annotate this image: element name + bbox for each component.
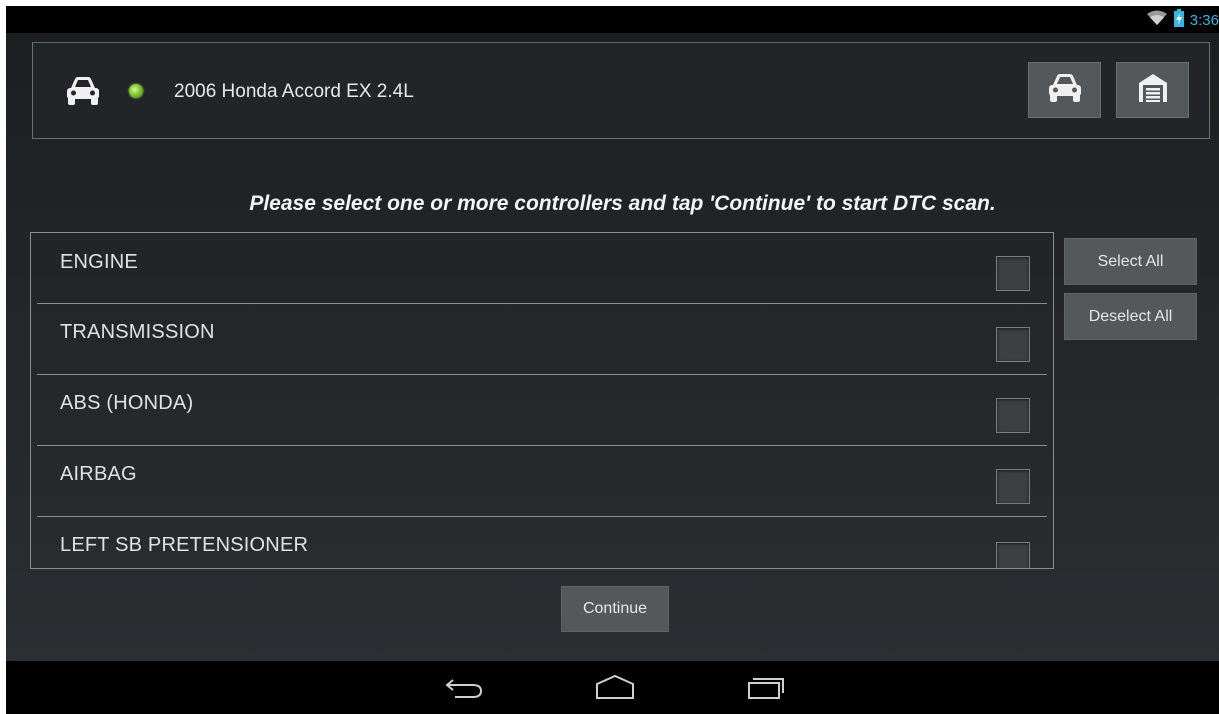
deselect-all-button[interactable]: Deselect All (1064, 293, 1197, 340)
controller-row-abs[interactable]: ABS (HONDA) (37, 375, 1047, 446)
vehicle-button[interactable] (1028, 62, 1101, 118)
controller-checkbox[interactable] (996, 256, 1030, 291)
back-icon[interactable] (439, 673, 489, 703)
controller-row-engine[interactable]: ENGINE (37, 233, 1047, 304)
navigation-bar (6, 661, 1219, 714)
controller-list[interactable]: ENGINE TRANSMISSION ABS (HONDA) AIRBAG L… (30, 232, 1054, 569)
wifi-icon (1146, 10, 1168, 31)
controller-label: ENGINE (60, 251, 138, 273)
status-bar: 3:36 (6, 6, 1219, 33)
car-icon (65, 76, 101, 106)
connection-status-led (129, 84, 143, 98)
controller-row-left-sb-pretensioner[interactable]: LEFT SB PRETENSIONER (37, 517, 1047, 568)
recent-apps-icon[interactable] (740, 673, 790, 703)
controller-checkbox[interactable] (996, 398, 1030, 433)
car-icon (1047, 73, 1083, 108)
controller-label: TRANSMISSION (60, 321, 215, 343)
controller-checkbox[interactable] (996, 542, 1030, 568)
controller-checkbox[interactable] (996, 469, 1030, 504)
controller-row-airbag[interactable]: AIRBAG (37, 446, 1047, 517)
select-all-button[interactable]: Select All (1064, 238, 1197, 285)
vehicle-bar: 2006 Honda Accord EX 2.4L (32, 42, 1210, 139)
vehicle-name: 2006 Honda Accord EX 2.4L (174, 81, 414, 102)
home-icon[interactable] (590, 673, 640, 703)
controller-row-transmission[interactable]: TRANSMISSION (37, 304, 1047, 375)
controller-label: LEFT SB PRETENSIONER (60, 534, 309, 556)
garage-button[interactable] (1116, 62, 1189, 118)
controller-checkbox[interactable] (996, 327, 1030, 362)
controller-label: AIRBAG (60, 463, 137, 485)
instruction-text: Please select one or more controllers an… (249, 192, 996, 215)
battery-charging-icon (1173, 8, 1184, 32)
app-screen: 3:36 2006 Honda Accord EX 2.4L Please se… (6, 6, 1219, 714)
garage-icon (1137, 72, 1169, 109)
continue-button[interactable]: Continue (561, 586, 669, 632)
status-time: 3:36 (1189, 11, 1219, 29)
controller-label: ABS (HONDA) (60, 392, 194, 414)
